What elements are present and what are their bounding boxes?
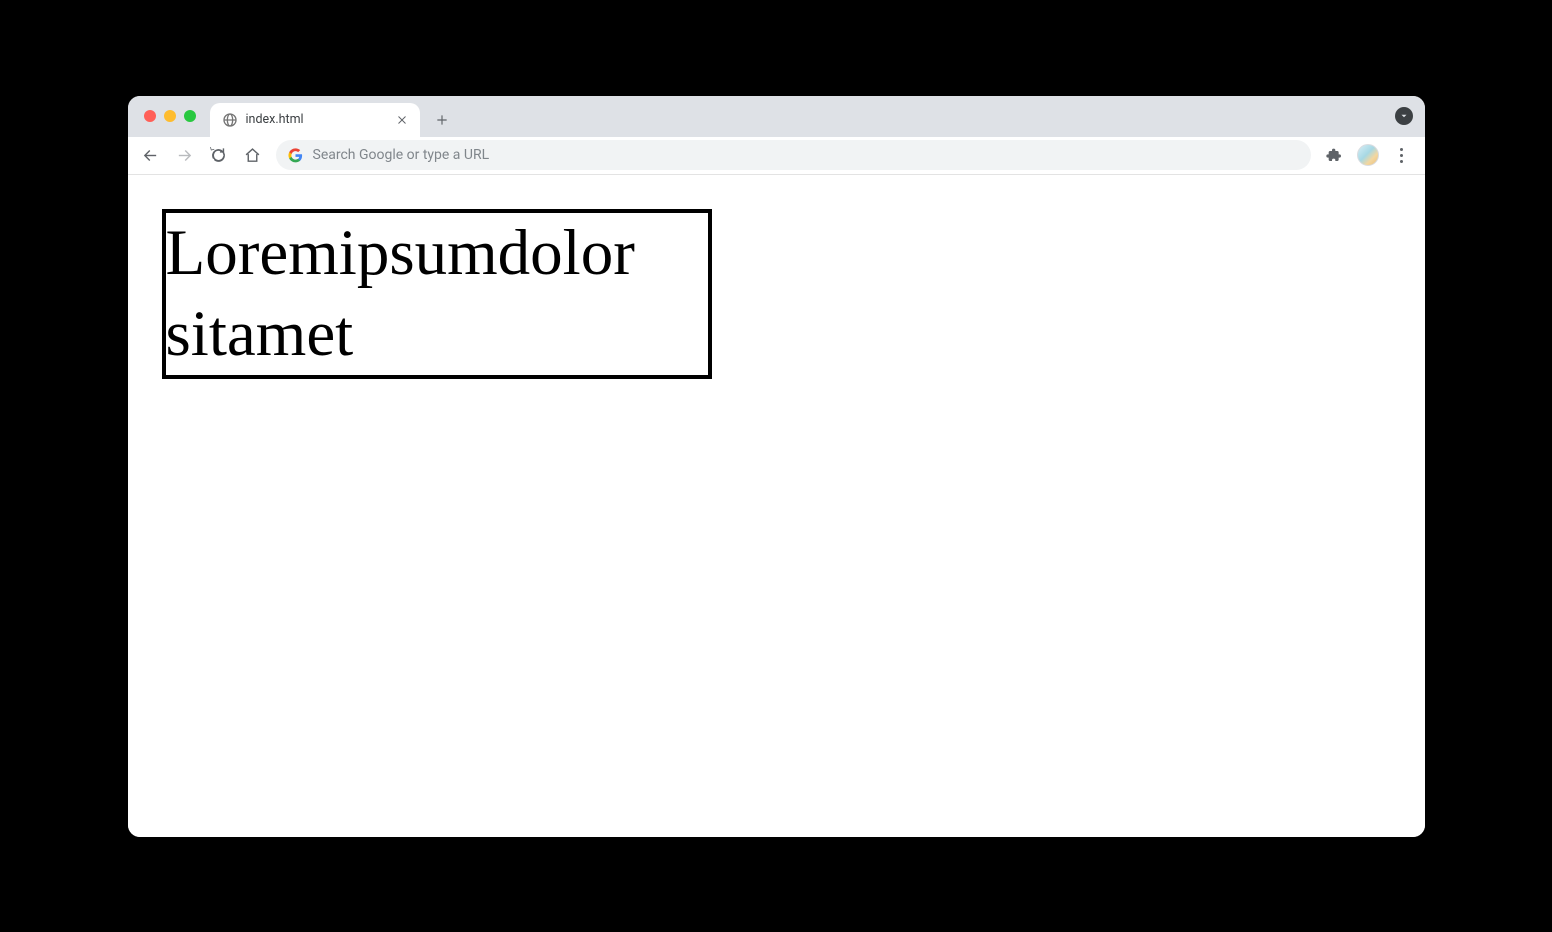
google-icon <box>288 148 303 163</box>
browser-window: index.html <box>128 96 1425 837</box>
browser-menu-button[interactable] <box>1387 140 1417 170</box>
tab-title: index.html <box>246 112 386 127</box>
profile-button[interactable] <box>1353 140 1383 170</box>
home-button[interactable] <box>238 140 268 170</box>
tab-strip: index.html <box>128 96 1425 137</box>
back-button[interactable] <box>136 140 166 170</box>
new-tab-button[interactable] <box>428 106 456 134</box>
content-box: Loremipsumdolor sitamet <box>162 209 712 380</box>
page-viewport: Loremipsumdolor sitamet <box>128 175 1425 837</box>
window-close-button[interactable] <box>144 110 156 122</box>
extensions-button[interactable] <box>1319 140 1349 170</box>
window-minimize-button[interactable] <box>164 110 176 122</box>
avatar-icon <box>1357 144 1379 166</box>
kebab-icon <box>1400 148 1403 163</box>
address-bar[interactable]: Search Google or type a URL <box>276 140 1311 170</box>
forward-button[interactable] <box>170 140 200 170</box>
window-controls <box>138 96 204 137</box>
browser-tab[interactable]: index.html <box>210 103 420 137</box>
window-zoom-button[interactable] <box>184 110 196 122</box>
browser-toolbar: Search Google or type a URL <box>128 137 1425 175</box>
reload-button[interactable] <box>204 140 234 170</box>
tab-search-button[interactable] <box>1395 107 1413 125</box>
tab-close-button[interactable] <box>394 112 410 128</box>
tabstrip-right <box>1395 96 1425 137</box>
globe-icon <box>222 112 238 128</box>
address-bar-placeholder: Search Google or type a URL <box>313 147 490 163</box>
